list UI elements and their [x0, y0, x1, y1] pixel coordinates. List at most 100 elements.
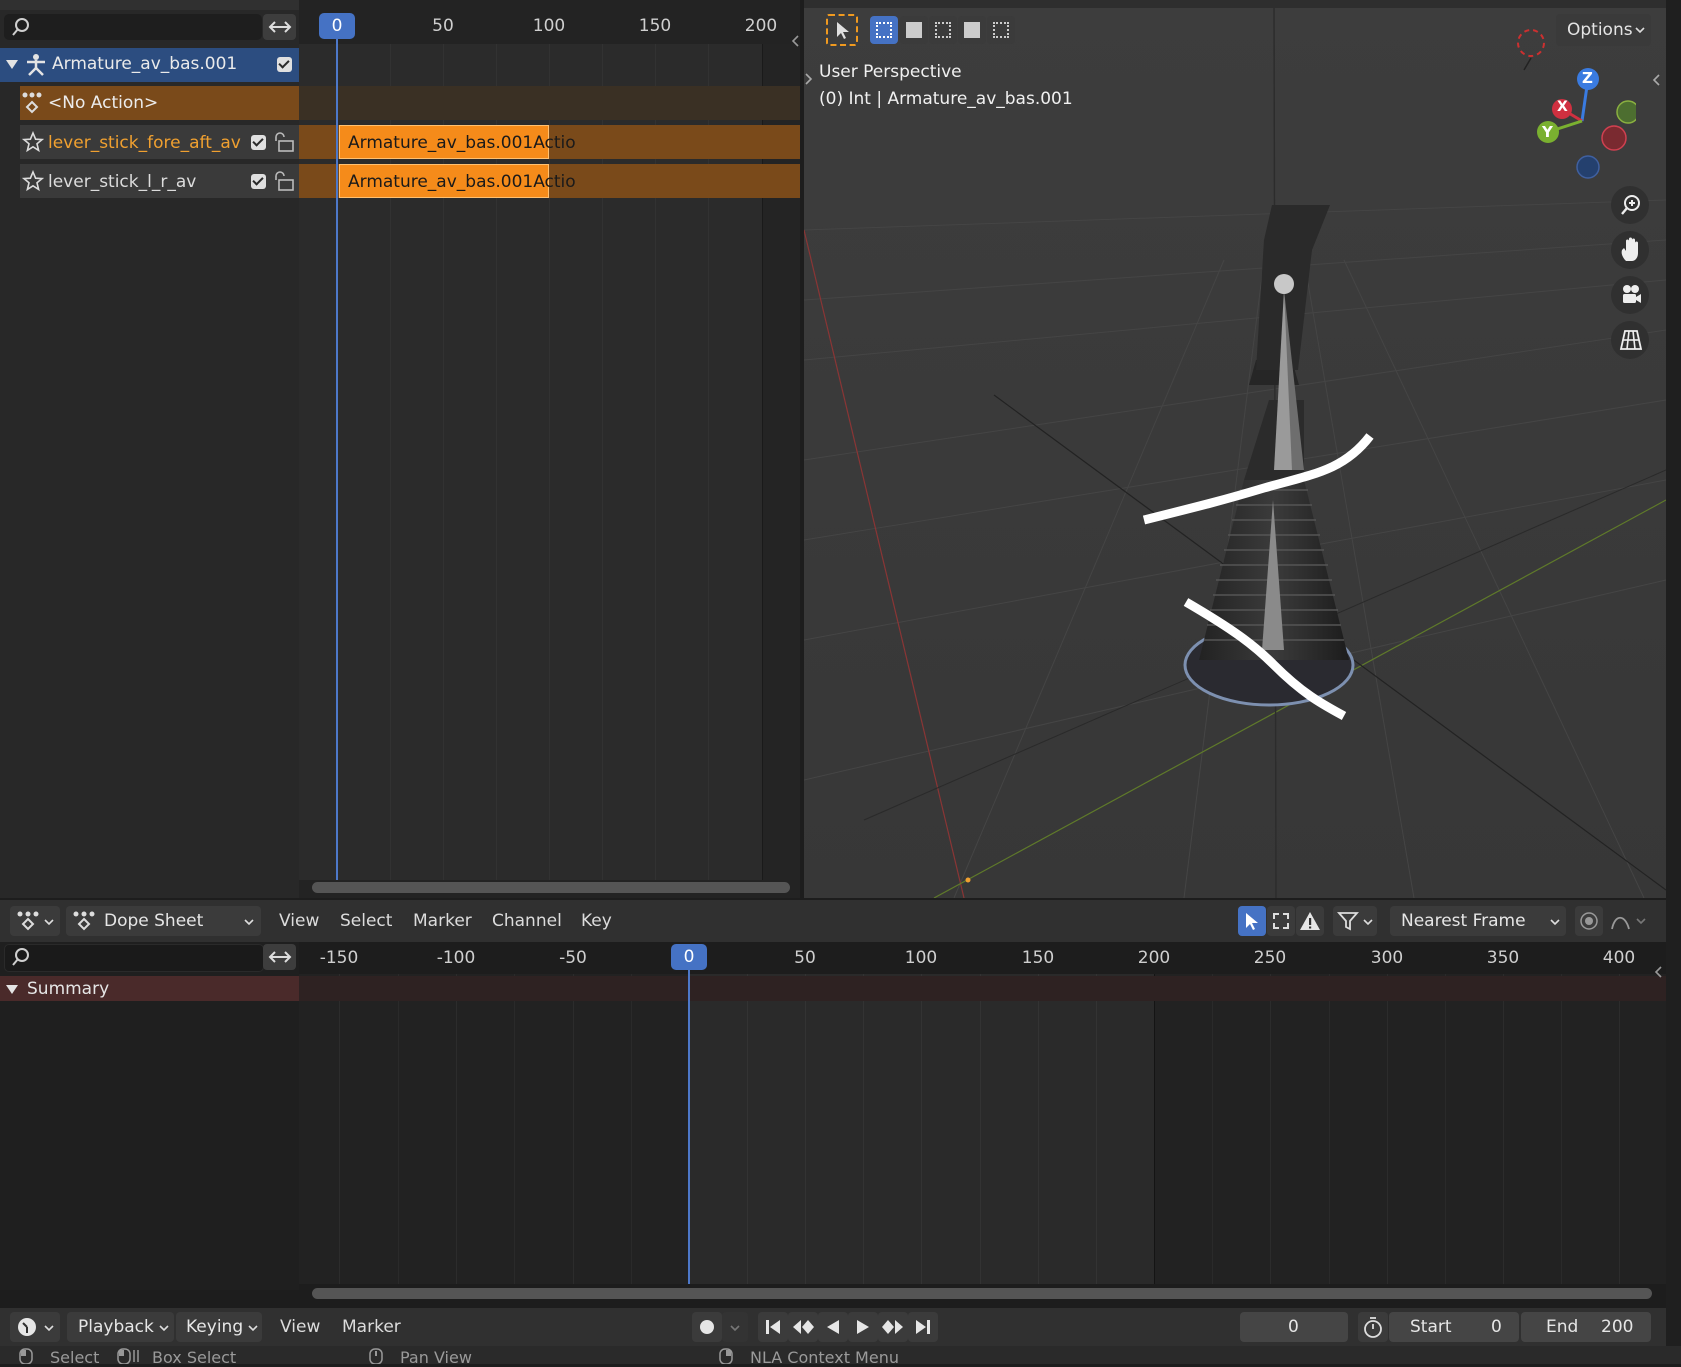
ds-ruler-label: 200	[1137, 948, 1171, 968]
end-frame-label: End	[1546, 1317, 1579, 1337]
nla-current-frame-badge[interactable]: 0	[319, 13, 355, 39]
menu-select[interactable]: Select	[340, 911, 392, 931]
falloff-curve-icon[interactable]	[1609, 910, 1649, 932]
current-frame-value: 0	[1288, 1317, 1299, 1337]
hand-icon	[1621, 237, 1638, 261]
expand-triangle-icon[interactable]	[5, 57, 19, 71]
status-select: Select	[50, 1348, 100, 1367]
end-frame-value: 200	[1601, 1317, 1634, 1337]
chevron-left-icon[interactable]	[1651, 73, 1661, 87]
timeline-menu-view[interactable]: View	[280, 1317, 320, 1337]
chevron-right-icon[interactable]	[804, 72, 814, 86]
ds-ruler-label: 150	[1021, 948, 1055, 968]
status-pan-view: Pan View	[400, 1348, 472, 1367]
cursor-arrow-icon	[1246, 913, 1258, 930]
dashed-box-icon	[1273, 913, 1289, 929]
dopesheet-current-frame-badge[interactable]: 0	[671, 944, 707, 970]
nla-strip-label-1: Armature_av_bas.001Actio	[348, 133, 576, 153]
nla-track-checkbox-1[interactable]	[251, 135, 266, 150]
snap-mode-label: Nearest Frame	[1401, 911, 1526, 931]
action-icon	[22, 92, 42, 114]
zoom-icon	[1621, 195, 1640, 215]
nla-playhead-line[interactable]	[336, 26, 338, 880]
ds-ruler-label: 250	[1253, 948, 1287, 968]
nla-track-checkbox-2[interactable]	[251, 174, 266, 189]
record-icon	[700, 1320, 714, 1334]
chevron-down-icon	[159, 1325, 169, 1332]
mouse-left-icon	[19, 1348, 33, 1364]
filter-icon	[1337, 912, 1359, 931]
nla-object-checkbox[interactable]	[277, 57, 292, 72]
horizontal-arrows-icon	[268, 21, 292, 33]
dopesheet-search-input[interactable]	[4, 944, 264, 972]
status-context-menu: NLA Context Menu	[750, 1348, 899, 1367]
search-icon	[12, 948, 29, 966]
chevron-down-icon	[244, 919, 254, 926]
dopesheet-mode-label: Dope Sheet	[104, 911, 204, 931]
menu-marker[interactable]: Marker	[413, 911, 472, 931]
search-icon	[12, 18, 29, 36]
mouse-drag-icon	[117, 1348, 139, 1364]
chevron-down-icon	[730, 1325, 740, 1332]
grid-perspective-icon	[1619, 330, 1643, 350]
chevron-down-icon	[1363, 919, 1373, 926]
jump-start-icon	[766, 1320, 780, 1334]
chevron-down-icon	[44, 919, 54, 926]
play-reverse-icon	[827, 1320, 839, 1334]
ds-ruler-label: 300	[1370, 948, 1404, 968]
viewport-subtitle: (0) Int | Armature_av_bas.001	[819, 89, 1073, 109]
right-edge-properties	[1666, 0, 1681, 1364]
mouse-middle-icon	[369, 1348, 383, 1364]
ds-ruler-label: 50	[794, 948, 816, 968]
dopesheet-scene-range	[689, 974, 1155, 1284]
ds-ruler-label: -100	[436, 948, 476, 968]
ds-ruler-label: 100	[904, 948, 938, 968]
proportional-icon	[1580, 912, 1598, 930]
dopesheet-horizontal-scrollbar[interactable]	[312, 1288, 1652, 1299]
dopesheet-mode-icon	[73, 911, 95, 931]
ds-ruler-label: -150	[319, 948, 359, 968]
prev-keyframe-icon	[793, 1320, 814, 1334]
unlock-icon[interactable]	[273, 131, 297, 153]
star-icon[interactable]	[22, 170, 44, 192]
dopesheet-playhead-line[interactable]	[688, 958, 690, 1284]
3d-cursor-icon	[1517, 29, 1545, 71]
nla-search-input[interactable]	[4, 14, 262, 40]
star-icon[interactable]	[22, 131, 44, 153]
menu-channel[interactable]: Channel	[492, 911, 562, 931]
unlock-icon[interactable]	[273, 170, 297, 192]
timeline-menu-marker[interactable]: Marker	[342, 1317, 401, 1337]
next-keyframe-icon	[882, 1320, 903, 1334]
nla-track-label-2: lever_stick_l_r_av	[48, 172, 197, 192]
camera-icon	[1623, 285, 1641, 303]
chevron-left-icon[interactable]	[790, 34, 800, 48]
start-frame-label: Start	[1410, 1317, 1452, 1337]
chevron-down-icon	[248, 1325, 258, 1332]
gizmo-y-label: Y	[1542, 123, 1553, 141]
gizmo-x-label: X	[1557, 99, 1568, 115]
jump-end-icon	[916, 1320, 930, 1334]
nla-horizontal-scrollbar[interactable]	[312, 882, 790, 893]
chevron-left-icon[interactable]	[1653, 965, 1663, 979]
clock-editor-icon	[18, 1318, 36, 1336]
mouse-right-icon	[719, 1348, 733, 1364]
summary-key-row	[299, 976, 1666, 1001]
status-box-select: Box Select	[152, 1348, 237, 1367]
nla-object-label: Armature_av_bas.001	[52, 54, 238, 74]
options-label: Options	[1567, 20, 1633, 40]
nla-action-label: <No Action>	[48, 93, 159, 113]
dopesheet-ruler[interactable]	[299, 942, 1666, 974]
cursor-arrow-icon	[837, 22, 849, 39]
playback-menu-label: Playback	[78, 1317, 154, 1337]
viewport-top-strip	[804, 0, 1666, 8]
expand-triangle-icon[interactable]	[5, 982, 19, 996]
warning-icon	[1300, 912, 1320, 930]
summary-label: Summary	[27, 979, 110, 999]
gizmo-z-label: Z	[1582, 69, 1593, 87]
keying-menu-label: Keying	[186, 1317, 244, 1337]
nla-ruler-label: 100	[532, 16, 566, 36]
ds-ruler-label: 350	[1486, 948, 1520, 968]
nla-ruler-label: 150	[638, 16, 672, 36]
menu-view[interactable]: View	[279, 911, 319, 931]
menu-key[interactable]: Key	[581, 911, 612, 931]
